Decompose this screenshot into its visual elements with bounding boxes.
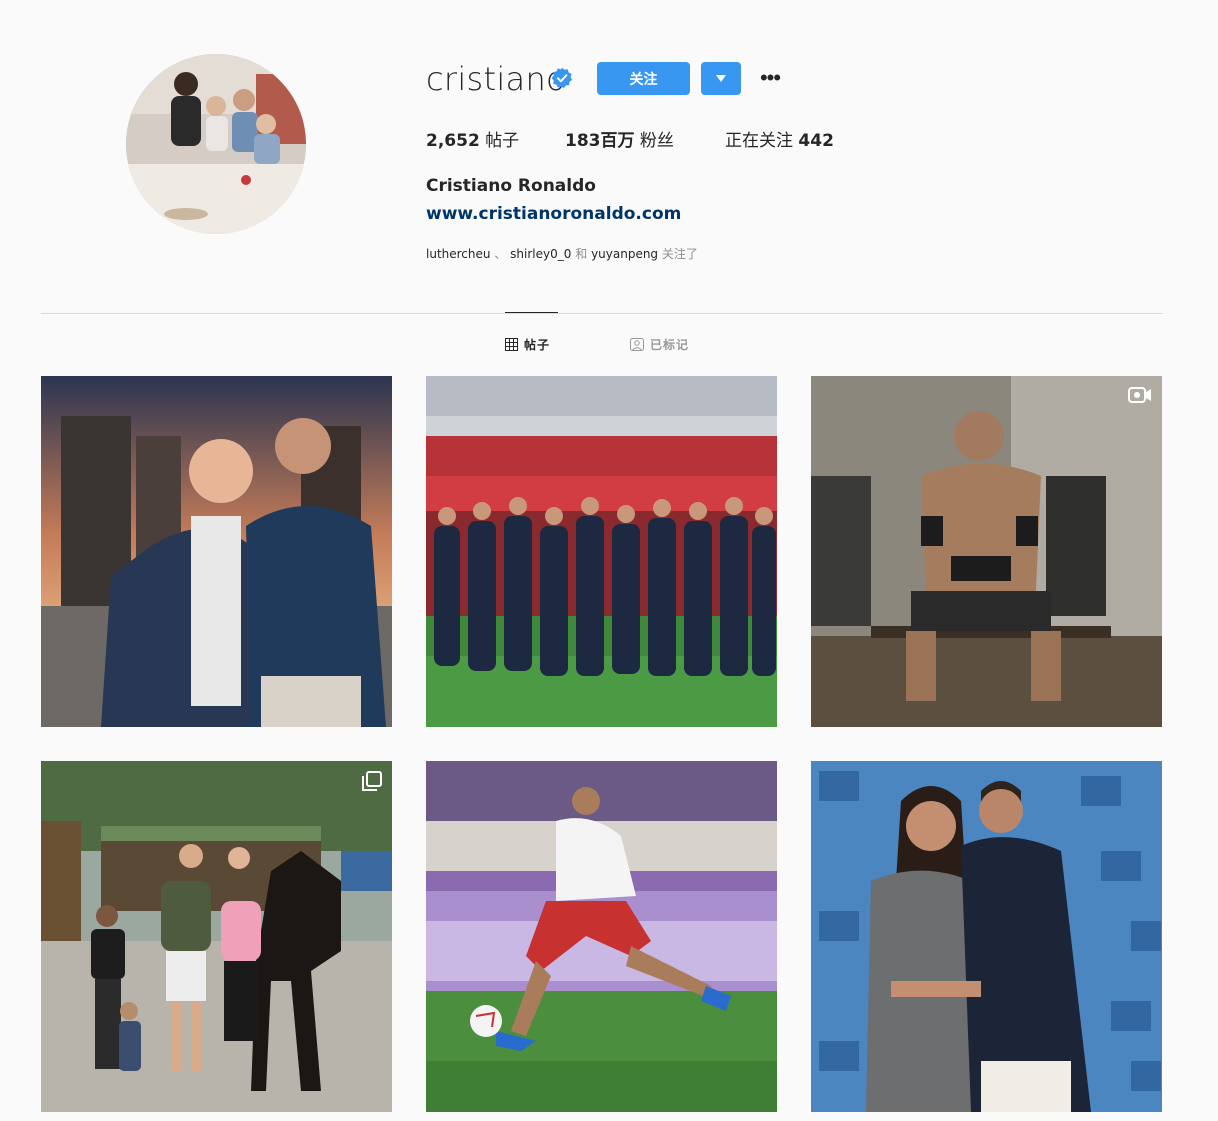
followers-label: 粉丝 (639, 131, 674, 151)
following-label: 正在关注 (725, 131, 793, 151)
tab-posts-label: 帖子 (524, 338, 551, 352)
post-tile[interactable] (426, 761, 777, 1112)
post-image (41, 761, 392, 1112)
followers-count: 183百万 (565, 131, 635, 151)
posts-stat: 2,652 帖子 (426, 126, 519, 151)
post-tile[interactable] (41, 376, 392, 727)
post-image (41, 376, 392, 727)
post-tile[interactable] (811, 761, 1162, 1112)
following-stat[interactable]: 正在关注 442 (725, 126, 834, 151)
followed-by-user-3[interactable]: yuyanpeng (591, 247, 658, 261)
username: cristiano (426, 60, 566, 98)
website-link[interactable]: www.cristianoronaldo.com (426, 204, 681, 224)
verified-badge-icon (551, 67, 573, 89)
posts-label: 帖子 (485, 131, 520, 151)
post-image (426, 761, 777, 1112)
post-tile[interactable] (41, 761, 392, 1112)
post-tile[interactable] (426, 376, 777, 727)
tab-tagged[interactable]: 已标记 (630, 336, 689, 353)
grid-icon (505, 338, 518, 351)
video-icon (1128, 387, 1151, 403)
following-count: 442 (798, 131, 834, 151)
profile-avatar[interactable] (126, 54, 306, 234)
tagged-icon (630, 338, 644, 351)
followed-by-suffix: 关注了 (661, 247, 698, 261)
followed-by[interactable]: luthercheu 、 shirley0_0 和 yuyanpeng 关注了 (426, 245, 698, 262)
post-tile[interactable] (811, 376, 1162, 727)
post-image (811, 761, 1162, 1112)
tab-posts[interactable]: 帖子 (505, 336, 550, 353)
followed-by-and: 和 (575, 247, 588, 261)
suggested-dropdown-button[interactable] (701, 62, 741, 95)
follow-button[interactable]: 关注 (597, 62, 690, 95)
tab-tagged-label: 已标记 (650, 338, 690, 352)
avatar-photo (126, 54, 306, 234)
tab-divider (41, 313, 1163, 314)
carousel-icon (362, 771, 382, 791)
post-image (811, 376, 1162, 727)
triangle-down-icon (716, 74, 726, 82)
followed-by-separator: 、 (494, 247, 507, 261)
followers-stat[interactable]: 183百万 粉丝 (565, 126, 674, 151)
post-image (426, 376, 777, 727)
more-options-button[interactable]: ••• (756, 65, 784, 90)
posts-count: 2,652 (426, 131, 480, 151)
full-name: Cristiano Ronaldo (426, 176, 596, 196)
followed-by-user-1[interactable]: luthercheu (426, 247, 491, 261)
active-tab-indicator (505, 312, 558, 313)
followed-by-user-2[interactable]: shirley0_0 (510, 247, 571, 261)
